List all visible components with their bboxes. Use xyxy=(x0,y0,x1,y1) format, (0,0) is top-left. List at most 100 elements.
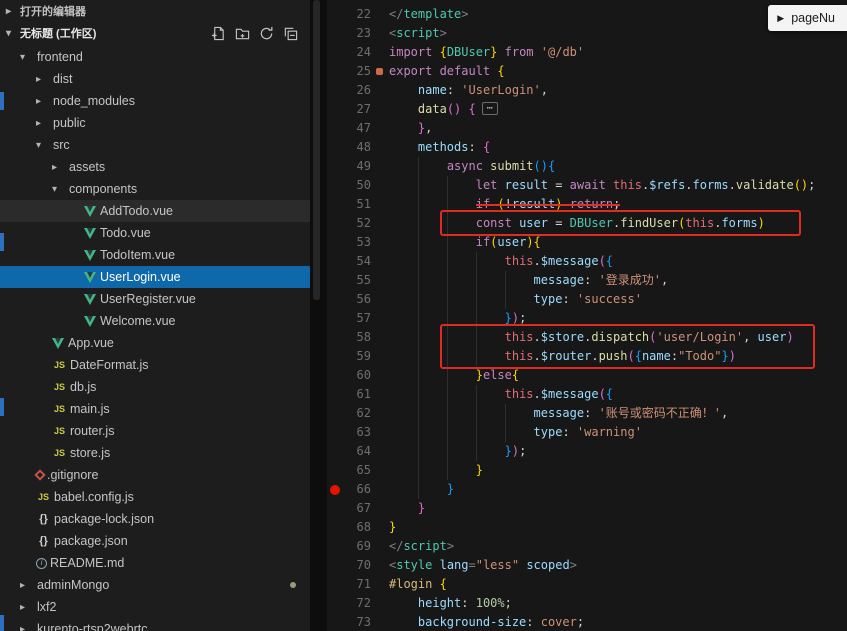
code-text: data() {⋯ xyxy=(389,100,847,119)
code-line-70[interactable]: 70 <style lang="less" scoped> xyxy=(327,556,847,575)
refresh-icon[interactable] xyxy=(259,26,274,41)
tree-file-AddTodo.vue[interactable]: AddTodo.vue xyxy=(0,200,310,222)
tree-file-package-lock.json[interactable]: {} package-lock.json xyxy=(0,508,310,530)
fold-gutter xyxy=(371,176,389,195)
fold-gutter xyxy=(371,537,389,556)
breakpoint-gutter xyxy=(327,195,343,214)
code-line-63[interactable]: 63 type: 'warning' xyxy=(327,423,847,442)
tree-file-UserLogin.vue[interactable]: UserLogin.vue xyxy=(0,266,310,288)
breakpoint-gutter xyxy=(327,442,343,461)
tree-item-label: DateFormat.js xyxy=(70,358,149,372)
tree-file-Welcome.vue[interactable]: Welcome.vue xyxy=(0,310,310,332)
code-line-25[interactable]: 25 export default { xyxy=(327,62,847,81)
folded-code-badge[interactable]: ⋯ xyxy=(481,102,498,115)
new-file-icon[interactable] xyxy=(211,26,226,41)
line-number: 60 xyxy=(356,368,371,382)
tree-item-label: components xyxy=(69,182,138,196)
tree-file-babel.config.js[interactable]: JS babel.config.js xyxy=(0,486,310,508)
tree-file-DateFormat.js[interactable]: JS DateFormat.js xyxy=(0,354,310,376)
workspace-header[interactable]: ▾ 无标题 (工作区) xyxy=(0,22,310,44)
code-line-24[interactable]: 24 import {DBUser} from '@/db' xyxy=(327,43,847,62)
tree-folder-node_modules[interactable]: ▸ node_modules xyxy=(0,90,310,112)
code-line-73[interactable]: 73 background-size: cover; xyxy=(327,613,847,631)
tree-folder-src[interactable]: ▾ src xyxy=(0,134,310,156)
code-line-65[interactable]: 65 } xyxy=(327,461,847,480)
code-line-54[interactable]: 54 this.$message({ xyxy=(327,252,847,271)
code-line-56[interactable]: 56 type: 'success' xyxy=(327,290,847,309)
tree-folder-adminMongo[interactable]: ▸ adminMongo xyxy=(0,574,310,596)
code-line-55[interactable]: 55 message: '登录成功', xyxy=(327,271,847,290)
code-line-69[interactable]: 69 </script> xyxy=(327,537,847,556)
fold-gutter xyxy=(371,119,389,138)
tree-folder-kurento-rtsp2webrtc[interactable]: ▸ kurento-rtsp2webrtc xyxy=(0,618,310,631)
tree-item-label: assets xyxy=(69,160,106,174)
code-line-64[interactable]: 64 }); xyxy=(327,442,847,461)
tree-file-.gitignore[interactable]: .gitignore xyxy=(0,464,310,486)
tree-file-db.js[interactable]: JS db.js xyxy=(0,376,310,398)
breakpoint-gutter xyxy=(327,347,343,366)
chevron-right-icon: ▸ xyxy=(36,117,42,129)
code-text: if(user){ xyxy=(389,233,847,252)
code-line-48[interactable]: 48 methods: { xyxy=(327,138,847,157)
code-line-52[interactable]: 52 const user = DBUser.findUser(this.for… xyxy=(327,214,847,233)
code-line-68[interactable]: 68} xyxy=(327,518,847,537)
code-line-26[interactable]: 26 name: 'UserLogin', xyxy=(327,81,847,100)
code-text: }else{ xyxy=(389,366,847,385)
tree-file-package.json[interactable]: {} package.json xyxy=(0,530,310,552)
code-line-72[interactable]: 72 height: 100%; xyxy=(327,594,847,613)
code-text: this.$router.push({name:"Todo"}) xyxy=(389,347,847,366)
tree-file-App.vue[interactable]: App.vue xyxy=(0,332,310,354)
chevron-right-icon: ▸ xyxy=(36,95,42,107)
open-editors-header[interactable]: ▸ 打开的编辑器 xyxy=(0,0,310,22)
fold-gutter xyxy=(371,62,389,81)
breakpoint-gutter xyxy=(327,290,343,309)
tree-file-UserRegister.vue[interactable]: UserRegister.vue xyxy=(0,288,310,310)
code-line-61[interactable]: 61 this.$message({ xyxy=(327,385,847,404)
code-text: </script> xyxy=(389,539,455,553)
code-line-53[interactable]: 53 if(user){ xyxy=(327,233,847,252)
vue-file-icon xyxy=(84,315,97,327)
tree-file-README.md[interactable]: i README.md xyxy=(0,552,310,574)
fold-gutter xyxy=(371,404,389,423)
code-line-66[interactable]: 66 } xyxy=(327,480,847,499)
peek-popup[interactable]: ▶ pageNu xyxy=(768,5,847,31)
code-lines: 22 </template> 23 <script> 24 import {DBUser}… xyxy=(327,5,847,631)
tree-file-TodoItem.vue[interactable]: TodoItem.vue xyxy=(0,244,310,266)
modified-dot xyxy=(290,582,296,588)
code-text: }); xyxy=(389,442,847,461)
breakpoint-gutter xyxy=(327,594,343,613)
tree-folder-lxf2[interactable]: ▸ lxf2 xyxy=(0,596,310,618)
tree-file-Todo.vue[interactable]: Todo.vue xyxy=(0,222,310,244)
code-line-51[interactable]: 51 if (!result) return; xyxy=(327,195,847,214)
tree-folder-components[interactable]: ▾ components xyxy=(0,178,310,200)
tree-file-main.js[interactable]: JS main.js xyxy=(0,398,310,420)
tree-file-router.js[interactable]: JS router.js xyxy=(0,420,310,442)
tree-folder-public[interactable]: ▸ public xyxy=(0,112,310,134)
tree-folder-frontend[interactable]: ▾ frontend xyxy=(0,46,310,68)
tree-item-label: package.json xyxy=(54,534,128,548)
tree-folder-assets[interactable]: ▸ assets xyxy=(0,156,310,178)
sidebar-scrollbar[interactable] xyxy=(313,0,320,300)
code-line-62[interactable]: 62 message: '账号或密码不正确！', xyxy=(327,404,847,423)
new-folder-icon[interactable] xyxy=(235,26,250,41)
code-line-57[interactable]: 57 }); xyxy=(327,309,847,328)
code-line-50[interactable]: 50 let result = await this.$refs.forms.v… xyxy=(327,176,847,195)
code-line-49[interactable]: 49 async submit(){ xyxy=(327,157,847,176)
fold-gutter xyxy=(371,480,389,499)
code-line-58[interactable]: 58 this.$store.dispatch('user/Login', us… xyxy=(327,328,847,347)
breakpoint-gutter xyxy=(327,81,343,100)
tree-folder-dist[interactable]: ▸ dist xyxy=(0,68,310,90)
code-line-59[interactable]: 59 this.$router.push({name:"Todo"}) xyxy=(327,347,847,366)
fold-gutter xyxy=(371,290,389,309)
fold-gutter xyxy=(371,214,389,233)
code-line-60[interactable]: 60 }else{ xyxy=(327,366,847,385)
code-line-67[interactable]: 67 } xyxy=(327,499,847,518)
line-number: 73 xyxy=(356,615,371,629)
fold-gutter xyxy=(371,423,389,442)
collapse-all-icon[interactable] xyxy=(283,26,298,41)
code-line-47[interactable]: 47 }, xyxy=(327,119,847,138)
code-line-71[interactable]: 71 #login { xyxy=(327,575,847,594)
line-number: 47 xyxy=(356,121,371,135)
tree-file-store.js[interactable]: JS store.js xyxy=(0,442,310,464)
code-line-27[interactable]: 27 data() {⋯ xyxy=(327,100,847,119)
